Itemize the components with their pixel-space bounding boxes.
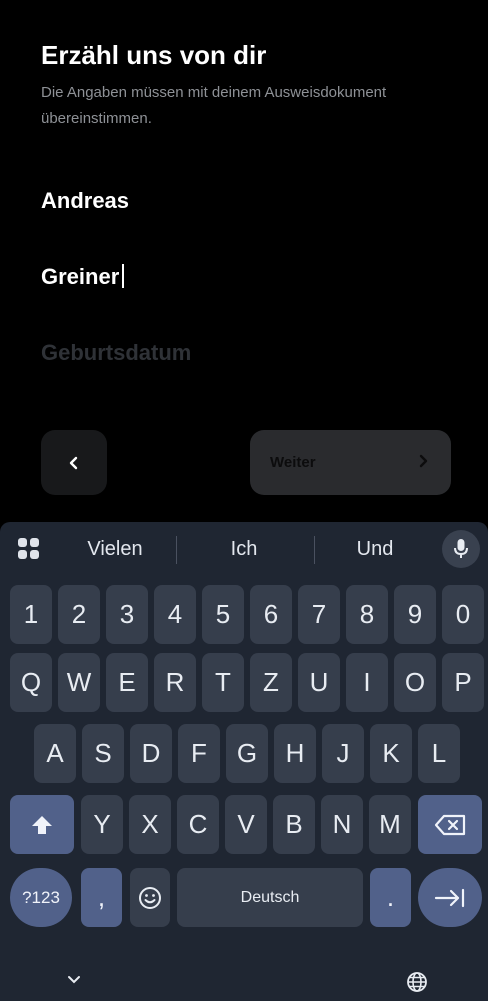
number-key[interactable]: 3 bbox=[106, 585, 148, 644]
number-key[interactable]: 0 bbox=[442, 585, 484, 644]
letter-key[interactable]: I bbox=[346, 653, 388, 712]
letter-key[interactable]: L bbox=[418, 724, 460, 783]
last-name-field[interactable]: Greiner bbox=[41, 264, 125, 290]
text-caret bbox=[122, 264, 125, 288]
chevron-down-icon[interactable] bbox=[67, 975, 81, 985]
suggestion-divider bbox=[176, 536, 177, 564]
suggestion-2[interactable]: Ich bbox=[184, 538, 304, 561]
backspace-key[interactable] bbox=[418, 795, 482, 854]
first-name-field[interactable]: Andreas bbox=[41, 188, 129, 214]
first-name-value: Andreas bbox=[41, 188, 130, 213]
letter-key[interactable]: G bbox=[226, 724, 268, 783]
letter-key[interactable]: X bbox=[129, 795, 171, 854]
next-button-label: Weiter bbox=[270, 454, 316, 471]
letter-key[interactable]: H bbox=[274, 724, 316, 783]
letter-key[interactable]: O bbox=[394, 653, 436, 712]
letter-key[interactable]: D bbox=[130, 724, 172, 783]
number-key[interactable]: 8 bbox=[346, 585, 388, 644]
emoji-icon bbox=[139, 886, 161, 909]
shift-icon bbox=[32, 815, 52, 834]
number-key[interactable]: 6 bbox=[250, 585, 292, 644]
next-button[interactable]: Weiter bbox=[250, 430, 451, 495]
letter-key[interactable]: N bbox=[321, 795, 363, 854]
number-key[interactable]: 4 bbox=[154, 585, 196, 644]
enter-next-key[interactable] bbox=[418, 868, 482, 927]
letter-key[interactable]: C bbox=[177, 795, 219, 854]
letter-key[interactable]: F bbox=[178, 724, 220, 783]
microphone-button[interactable] bbox=[442, 530, 480, 568]
letter-key[interactable]: E bbox=[106, 653, 148, 712]
space-key[interactable]: Deutsch bbox=[177, 868, 363, 927]
period-key[interactable]: . bbox=[370, 868, 411, 927]
letter-key[interactable]: A bbox=[34, 724, 76, 783]
letter-key[interactable]: Y bbox=[81, 795, 123, 854]
number-key[interactable]: 7 bbox=[298, 585, 340, 644]
back-button[interactable] bbox=[41, 430, 107, 495]
last-name-value: Greiner bbox=[41, 264, 120, 289]
letter-key[interactable]: M bbox=[369, 795, 411, 854]
letter-key[interactable]: K bbox=[370, 724, 412, 783]
number-key[interactable]: 2 bbox=[58, 585, 100, 644]
birthdate-field[interactable]: Geburtsdatum bbox=[41, 340, 191, 366]
comma-key[interactable]: , bbox=[81, 868, 122, 927]
letter-key[interactable]: P bbox=[442, 653, 484, 712]
number-key[interactable]: 5 bbox=[202, 585, 244, 644]
suggestion-bar: Vielen Ich Und bbox=[0, 522, 488, 578]
letter-key[interactable]: Z bbox=[250, 653, 292, 712]
keyboard-bottom-bar bbox=[0, 962, 488, 1001]
globe-icon[interactable] bbox=[406, 971, 428, 993]
apps-grid-icon[interactable] bbox=[18, 538, 40, 560]
microphone-icon bbox=[454, 539, 468, 558]
letter-key[interactable]: V bbox=[225, 795, 267, 854]
number-key[interactable]: 1 bbox=[10, 585, 52, 644]
letter-key[interactable]: S bbox=[82, 724, 124, 783]
suggestion-3[interactable]: Und bbox=[315, 538, 435, 561]
emoji-key[interactable] bbox=[130, 868, 170, 927]
page-title: Erzähl uns von dir bbox=[41, 40, 267, 70]
letter-key[interactable]: U bbox=[298, 653, 340, 712]
letter-key[interactable]: J bbox=[322, 724, 364, 783]
letter-key[interactable]: Q bbox=[10, 653, 52, 712]
suggestion-1[interactable]: Vielen bbox=[55, 538, 175, 561]
symbols-key[interactable]: ?123 bbox=[10, 868, 72, 927]
shift-key[interactable] bbox=[10, 795, 74, 854]
chevron-right-icon bbox=[419, 454, 428, 468]
chevron-left-icon bbox=[69, 456, 78, 469]
letter-key[interactable]: W bbox=[58, 653, 100, 712]
tab-arrow-icon bbox=[434, 888, 465, 907]
letter-key[interactable]: R bbox=[154, 653, 196, 712]
birthdate-placeholder: Geburtsdatum bbox=[41, 340, 192, 365]
backspace-icon bbox=[434, 814, 466, 835]
letter-key[interactable]: B bbox=[273, 795, 315, 854]
page-subtitle: Die Angaben müssen mit deinem Ausweisdok… bbox=[41, 84, 387, 127]
on-screen-keyboard: Vielen Ich Und 1234567890 QWERTZUIOP ASD… bbox=[0, 522, 488, 1001]
number-key[interactable]: 9 bbox=[394, 585, 436, 644]
letter-key[interactable]: T bbox=[202, 653, 244, 712]
